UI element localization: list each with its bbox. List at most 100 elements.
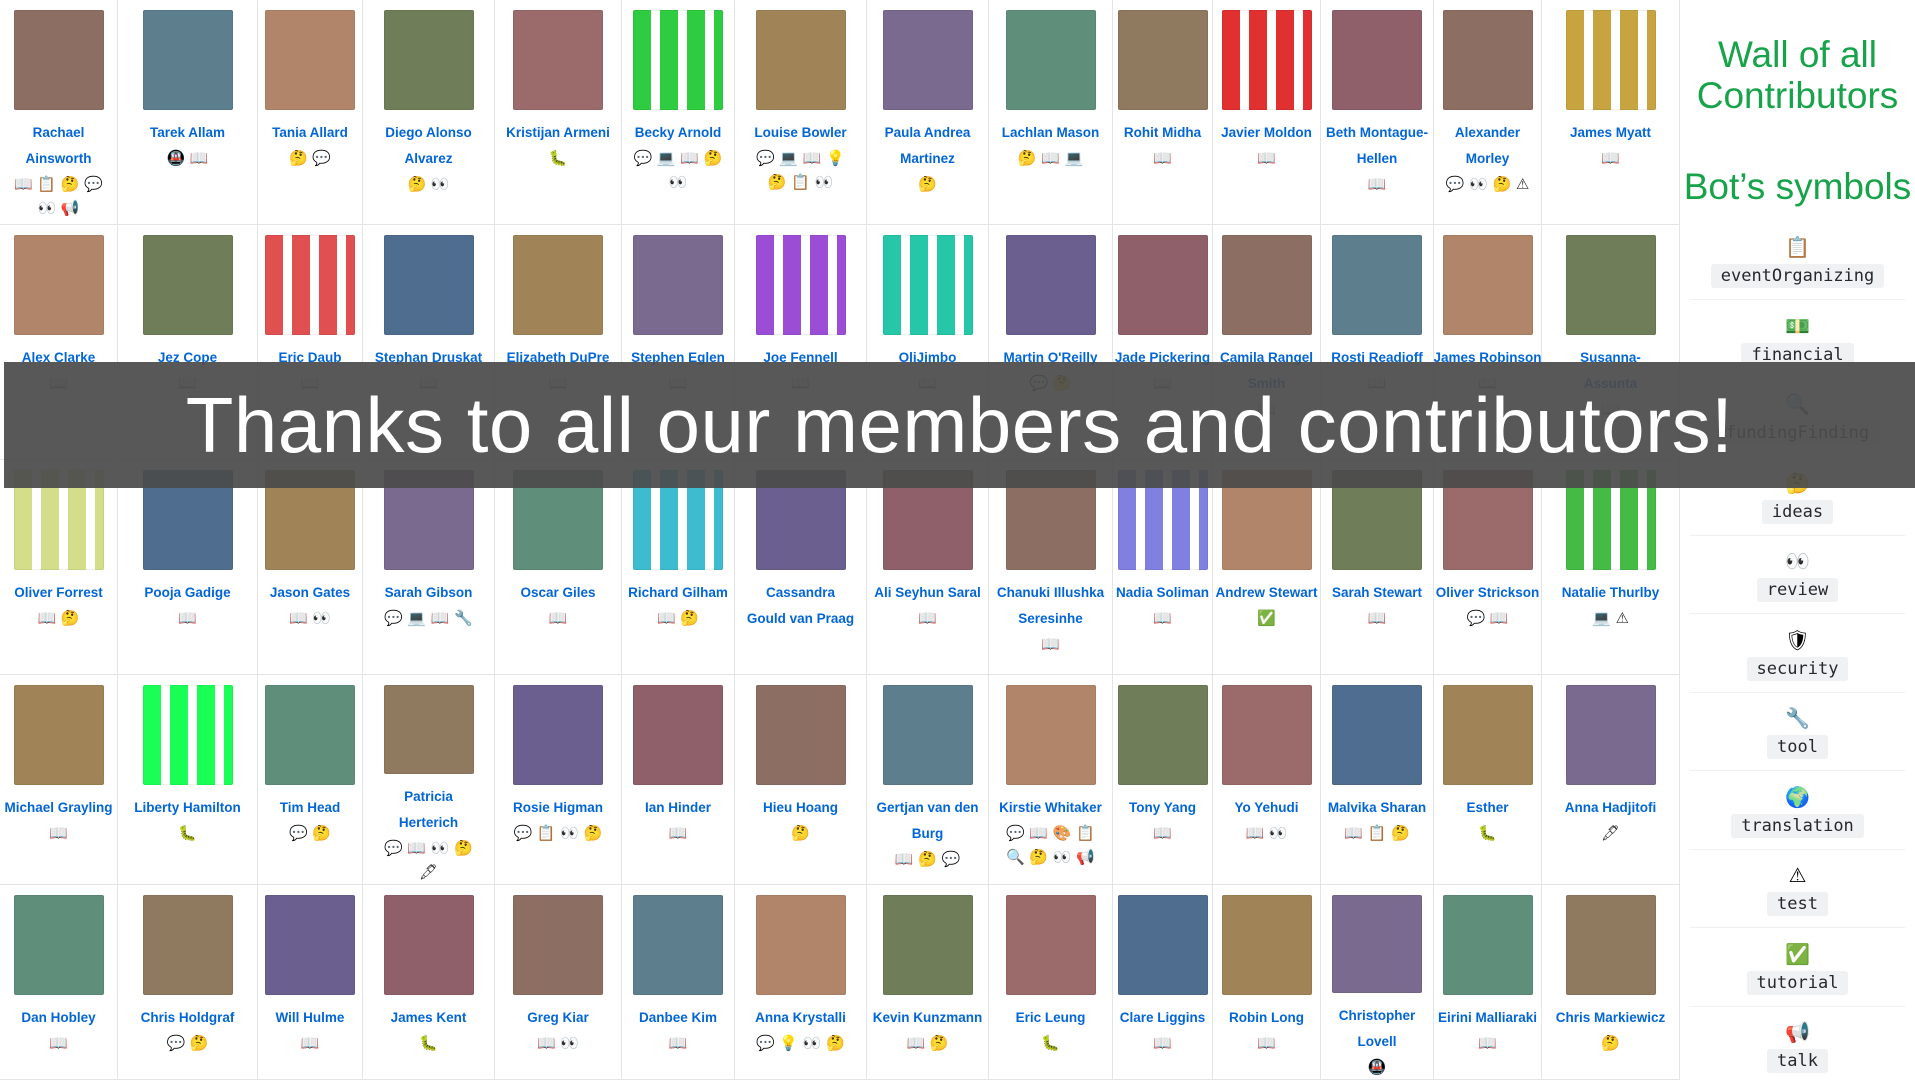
contributor-name-link[interactable]: Pooja Gadige: [133, 580, 243, 606]
contributor-name-link[interactable]: Yo Yehudi: [1213, 795, 1320, 821]
contributor-name-link[interactable]: Sarah Gibson: [374, 580, 484, 606]
contribution-emojis[interactable]: 💬 💻 📖 🔧: [377, 606, 481, 630]
avatar[interactable]: [1332, 895, 1422, 993]
contribution-emojis[interactable]: 📖: [1559, 146, 1663, 170]
avatar[interactable]: [383, 10, 474, 110]
contributor-name-link[interactable]: Ali Seyhun Saral: [873, 580, 983, 606]
avatar[interactable]: [1117, 685, 1208, 785]
avatar[interactable]: [383, 685, 474, 774]
contributor-name-link[interactable]: Clare Liggins: [1113, 1005, 1212, 1031]
contributor-name-link[interactable]: Dan Hobley: [4, 1005, 114, 1031]
contributor-name-link[interactable]: Nadia Soliman: [1113, 580, 1212, 606]
contribution-emojis[interactable]: 📖 🤔 💬: [876, 847, 980, 871]
contribution-emojis[interactable]: 🚇: [1325, 1055, 1429, 1079]
contributor-name-link[interactable]: Rachael Ainsworth: [4, 120, 114, 172]
contributor-name-link[interactable]: Esther: [1434, 795, 1541, 821]
avatar[interactable]: [513, 895, 603, 995]
avatar[interactable]: [513, 10, 603, 110]
avatar[interactable]: [1332, 10, 1422, 110]
contribution-emojis[interactable]: 📖: [7, 1031, 111, 1055]
avatar[interactable]: [265, 235, 355, 335]
contributor-name-link[interactable]: Liberty Hamilton: [133, 795, 243, 821]
avatar[interactable]: [13, 895, 104, 995]
contribution-emojis[interactable]: 🤔 💬: [258, 146, 362, 170]
contributor-name-link[interactable]: Eric Leung: [996, 1005, 1106, 1031]
contributor-name-link[interactable]: Sarah Stewart: [1322, 580, 1432, 606]
contribution-emojis[interactable]: 📖 👀: [506, 1031, 610, 1055]
avatar[interactable]: [882, 895, 973, 995]
contribution-emojis[interactable]: 🐛: [506, 146, 610, 170]
contributor-name-link[interactable]: Malvika Sharan: [1322, 795, 1432, 821]
contribution-emojis[interactable]: 📖 🤔: [876, 1031, 980, 1055]
contribution-emojis[interactable]: 💬 📋 👀 🤔: [506, 821, 610, 845]
avatar[interactable]: [13, 10, 104, 110]
contribution-emojis[interactable]: 📖: [1113, 821, 1212, 845]
contribution-emojis[interactable]: 📖 🤔: [7, 606, 111, 630]
contribution-emojis[interactable]: 🐛: [377, 1031, 481, 1055]
contributor-name-link[interactable]: Beth Montague-Hellen: [1322, 120, 1432, 172]
contribution-emojis[interactable]: 📖: [1325, 606, 1429, 630]
contributor-name-link[interactable]: Javier Moldon: [1213, 120, 1320, 146]
contributor-name-link[interactable]: Tony Yang: [1113, 795, 1212, 821]
contribution-emojis[interactable]: 📖: [1215, 146, 1319, 170]
contributor-name-link[interactable]: James Kent: [374, 1005, 484, 1031]
contributor-name-link[interactable]: Greg Kiar: [503, 1005, 613, 1031]
contributor-name-link[interactable]: Oliver Forrest: [4, 580, 114, 606]
contributor-name-link[interactable]: Anna Hadjitofi: [1556, 795, 1666, 821]
contributor-name-link[interactable]: Danbee Kim: [623, 1005, 733, 1031]
contribution-emojis[interactable]: 📖 📋 🤔 💬 👀 📢: [7, 172, 111, 220]
avatar[interactable]: [1005, 235, 1096, 335]
avatar[interactable]: [633, 895, 723, 995]
contribution-emojis[interactable]: 📖: [1113, 146, 1212, 170]
contributor-name-link[interactable]: Kirstie Whitaker: [996, 795, 1106, 821]
contributor-name-link[interactable]: Michael Grayling: [4, 795, 114, 821]
avatar[interactable]: [633, 10, 723, 110]
avatar[interactable]: [265, 895, 355, 995]
avatar[interactable]: [383, 895, 474, 995]
contributor-name-link[interactable]: Andrew Stewart: [1213, 580, 1320, 606]
contribution-emojis[interactable]: 📖: [1113, 606, 1212, 630]
contribution-emojis[interactable]: 🐛: [1436, 821, 1540, 845]
contribution-emojis[interactable]: 📖: [876, 606, 980, 630]
avatar[interactable]: [265, 685, 355, 785]
contributor-name-link[interactable]: Becky Arnold: [623, 120, 733, 146]
avatar[interactable]: [1565, 10, 1656, 110]
contribution-emojis[interactable]: 🤔: [876, 172, 980, 196]
avatar[interactable]: [13, 685, 104, 785]
contributor-name-link[interactable]: Tim Head: [258, 795, 362, 821]
contribution-emojis[interactable]: 📖 👀: [258, 606, 362, 630]
contributor-name-link[interactable]: Robin Long: [1213, 1005, 1320, 1031]
avatar[interactable]: [1221, 895, 1312, 995]
contribution-emojis[interactable]: 📖 🤔: [626, 606, 730, 630]
contributor-name-link[interactable]: Kevin Kunzmann: [873, 1005, 983, 1031]
avatar[interactable]: [142, 10, 233, 110]
avatar[interactable]: [1442, 685, 1533, 785]
avatar[interactable]: [142, 235, 233, 335]
avatar[interactable]: [1565, 895, 1656, 995]
avatar[interactable]: [1221, 10, 1312, 110]
contribution-emojis[interactable]: 💬 💻 📖 🤔 👀: [626, 146, 730, 194]
avatar[interactable]: [13, 235, 104, 335]
avatar[interactable]: [633, 235, 723, 335]
contributor-name-link[interactable]: Ian Hinder: [623, 795, 733, 821]
contributor-name-link[interactable]: Rosie Higman: [503, 795, 613, 821]
contribution-emojis[interactable]: 📖: [1436, 1031, 1540, 1055]
contribution-emojis[interactable]: 📖: [1325, 172, 1429, 196]
contribution-emojis[interactable]: 🤔: [749, 821, 853, 845]
contribution-emojis[interactable]: 🚇 📖: [136, 146, 240, 170]
contributor-name-link[interactable]: Christopher Lovell: [1322, 1003, 1432, 1055]
avatar[interactable]: [1442, 895, 1533, 995]
contributor-name-link[interactable]: Anna Krystalli: [746, 1005, 856, 1031]
avatar[interactable]: [1005, 10, 1096, 110]
contribution-emojis[interactable]: 🤔: [1559, 1031, 1663, 1055]
contribution-emojis[interactable]: 🤔 👀: [377, 172, 481, 196]
contributor-name-link[interactable]: Alexander Morley: [1434, 120, 1541, 172]
avatar[interactable]: [142, 685, 233, 785]
avatar[interactable]: [1005, 685, 1096, 785]
contribution-emojis[interactable]: 📖 📋 🤔: [1325, 821, 1429, 845]
contributor-name-link[interactable]: Paula Andrea Martinez: [873, 120, 983, 172]
contribution-emojis[interactable]: 📖: [136, 606, 240, 630]
avatar[interactable]: [1221, 685, 1312, 785]
contribution-emojis[interactable]: 💻 ⚠: [1559, 606, 1663, 630]
contributor-name-link[interactable]: Cassandra Gould van Praag: [746, 580, 856, 632]
